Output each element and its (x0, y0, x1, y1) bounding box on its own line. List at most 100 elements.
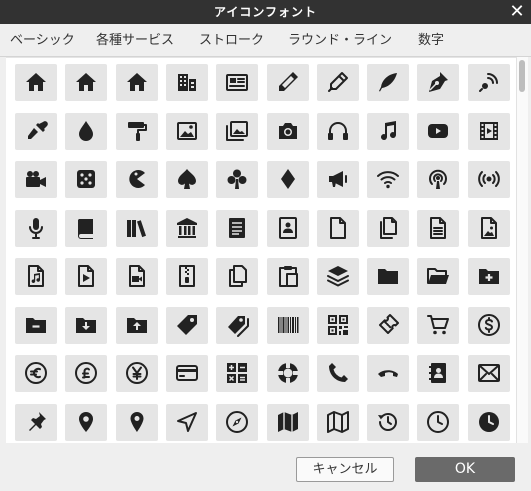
coin-euro-icon[interactable] (15, 355, 57, 392)
file-video-icon[interactable] (116, 258, 158, 295)
file-image-icon-glyph (481, 217, 497, 239)
cart-icon-glyph (427, 315, 449, 335)
coin-yen-icon[interactable] (116, 355, 158, 392)
pacman-icon[interactable] (116, 161, 158, 198)
tab-services[interactable]: 各種サービス (96, 24, 174, 56)
file-image-icon[interactable] (468, 210, 510, 247)
lifebuoy-icon[interactable] (267, 355, 309, 392)
newspaper-icon[interactable] (216, 64, 258, 101)
copy-icon[interactable] (216, 258, 258, 295)
club-icon[interactable] (216, 161, 258, 198)
paint-roller-icon[interactable] (116, 113, 158, 150)
images-icon[interactable] (216, 113, 258, 150)
file-icon[interactable] (317, 210, 359, 247)
location-2-icon[interactable] (116, 404, 158, 441)
books-icon[interactable] (116, 210, 158, 247)
cancel-button[interactable]: キャンセル (296, 457, 394, 482)
diamond-icon[interactable] (267, 161, 309, 198)
home-icon[interactable] (65, 64, 107, 101)
headphones-icon[interactable] (317, 113, 359, 150)
video-camera-icon-glyph (26, 171, 46, 187)
spade-icon[interactable] (166, 161, 208, 198)
folder-download-icon[interactable] (65, 307, 107, 344)
compass-2-icon[interactable] (216, 404, 258, 441)
microphone-icon[interactable] (15, 210, 57, 247)
coin-dollar-icon[interactable] (468, 307, 510, 344)
envelope-icon[interactable] (468, 355, 510, 392)
calculator-icon[interactable] (216, 355, 258, 392)
files-icon[interactable] (367, 210, 409, 247)
book-icon[interactable] (65, 210, 107, 247)
folder-open-icon-glyph (427, 268, 449, 284)
document-text-icon[interactable] (216, 210, 258, 247)
clock-2-icon[interactable] (468, 404, 510, 441)
tab-basic[interactable]: ベーシック (10, 24, 75, 56)
building-icon[interactable] (166, 64, 208, 101)
map-icon-glyph (278, 412, 298, 432)
home-icon[interactable] (15, 64, 57, 101)
ticket-icon[interactable] (367, 307, 409, 344)
history-icon[interactable] (367, 404, 409, 441)
clock-icon[interactable] (417, 404, 459, 441)
close-icon[interactable]: ✕ (507, 2, 527, 22)
pen-icon[interactable] (317, 64, 359, 101)
play-button-icon[interactable] (417, 113, 459, 150)
tab-numbers[interactable]: 数字 (418, 24, 444, 56)
title-bar: アイコンフォント ✕ (0, 0, 531, 24)
megaphone-icon[interactable] (317, 161, 359, 198)
compass-icon[interactable] (166, 404, 208, 441)
pen-nib-icon[interactable] (417, 64, 459, 101)
film-icon[interactable] (468, 113, 510, 150)
phone-icon[interactable] (317, 355, 359, 392)
pencil-icon[interactable] (267, 64, 309, 101)
scrollbar[interactable] (516, 57, 528, 443)
feather-icon[interactable] (367, 64, 409, 101)
layers-icon[interactable] (317, 258, 359, 295)
tab-stroke[interactable]: ストローク (199, 24, 264, 56)
coin-pound-icon[interactable] (65, 355, 107, 392)
file-play-icon[interactable] (65, 258, 107, 295)
home-icon-glyph (127, 73, 147, 91)
cart-icon[interactable] (417, 307, 459, 344)
map-icon[interactable] (267, 404, 309, 441)
camera-icon[interactable] (267, 113, 309, 150)
scrollbar-thumb[interactable] (519, 60, 525, 92)
eyedropper-icon-glyph (28, 121, 48, 139)
credit-card-icon[interactable] (166, 355, 208, 392)
home-icon[interactable] (116, 64, 158, 101)
phone-hang-up-icon[interactable] (367, 355, 409, 392)
tag-icon[interactable] (166, 307, 208, 344)
broadcast-icon[interactable] (468, 161, 510, 198)
location-icon[interactable] (65, 404, 107, 441)
document-text-icon-glyph (229, 218, 245, 238)
music-note-icon[interactable] (367, 113, 409, 150)
dice-icon[interactable] (65, 161, 107, 198)
folder-open-icon[interactable] (417, 258, 459, 295)
paste-icon[interactable] (267, 258, 309, 295)
profile-card-icon[interactable] (267, 210, 309, 247)
folder-upload-icon[interactable] (116, 307, 158, 344)
library-icon[interactable] (166, 210, 208, 247)
image-icon[interactable] (166, 113, 208, 150)
ok-button[interactable]: OK (415, 457, 515, 482)
blog-icon[interactable] (468, 64, 510, 101)
wifi-icon[interactable] (367, 161, 409, 198)
map-2-icon[interactable] (317, 404, 359, 441)
eyedropper-icon[interactable] (15, 113, 57, 150)
podcast-icon[interactable] (417, 161, 459, 198)
barcode-icon[interactable] (267, 307, 309, 344)
file-zip-icon[interactable] (166, 258, 208, 295)
file-music-icon[interactable] (15, 258, 57, 295)
qrcode-icon[interactable] (317, 307, 359, 344)
pushpin-icon[interactable] (15, 404, 57, 441)
folder-icon[interactable] (367, 258, 409, 295)
folder-plus-icon[interactable] (468, 258, 510, 295)
tags-icon[interactable] (216, 307, 258, 344)
pen-nib-icon-glyph (429, 72, 448, 92)
droplet-icon[interactable] (65, 113, 107, 150)
file-text-icon[interactable] (417, 210, 459, 247)
tab-round-line[interactable]: ラウンド・ライン (288, 24, 392, 56)
video-camera-icon[interactable] (15, 161, 57, 198)
address-book-icon[interactable] (417, 355, 459, 392)
folder-minus-icon[interactable] (15, 307, 57, 344)
